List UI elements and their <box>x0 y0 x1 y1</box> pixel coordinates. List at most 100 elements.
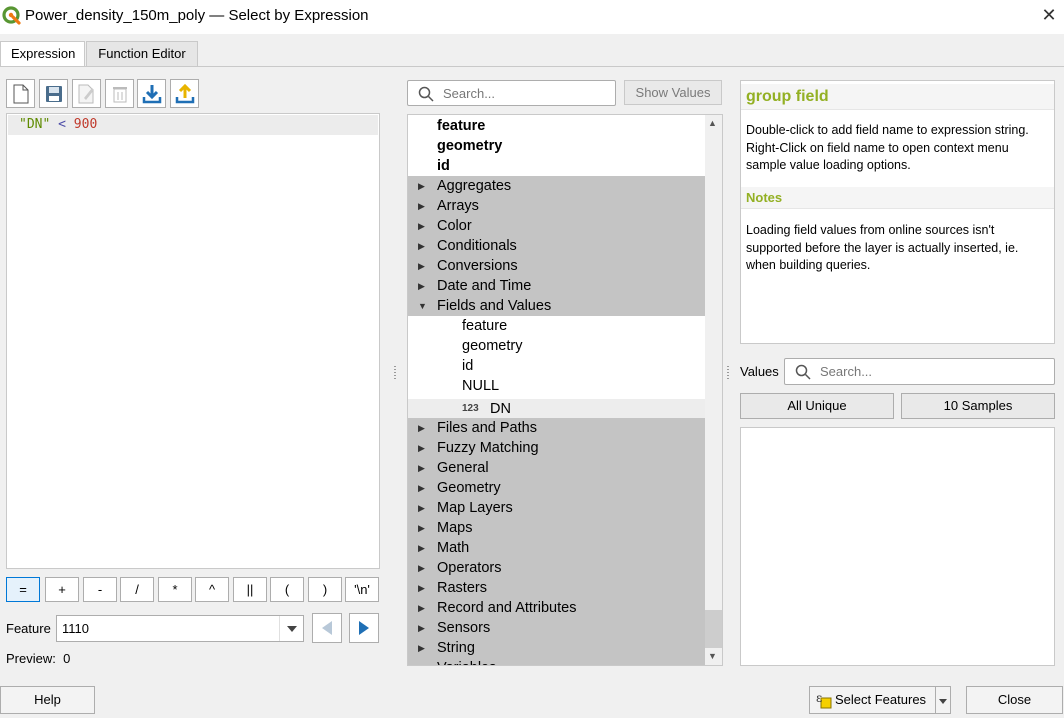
tree-group[interactable]: ▶ String <box>408 638 706 658</box>
tree-group[interactable]: ▶ Date and Time <box>408 276 706 296</box>
operator-concat-button[interactable]: || <box>233 577 267 602</box>
new-file-icon[interactable] <box>6 79 35 108</box>
tree-expand-icon[interactable]: ▶ <box>418 538 428 558</box>
tree-group[interactable]: ▶ Geometry <box>408 478 706 498</box>
tree-expand-icon[interactable]: ▶ <box>418 176 428 196</box>
values-list[interactable] <box>740 427 1055 666</box>
tree-group[interactable]: ▶ Record and Attributes <box>408 598 706 618</box>
save-icon[interactable] <box>39 79 68 108</box>
operator-plus-button[interactable]: + <box>45 577 79 602</box>
close-button[interactable]: Close <box>966 686 1063 714</box>
tree-group[interactable]: ▶ Color <box>408 216 706 236</box>
tree-group[interactable]: ▶ Conditionals <box>408 236 706 256</box>
tree-item-label: Geometry <box>437 480 501 496</box>
tree-expand-icon[interactable]: ▶ <box>418 256 428 276</box>
tree-expand-icon[interactable]: ▶ <box>418 498 428 518</box>
tree-scrollbar[interactable]: ▲ ▼ <box>705 115 722 665</box>
tree-expand-icon[interactable]: ▶ <box>418 418 428 438</box>
tab-function-editor[interactable]: Function Editor <box>86 41 198 66</box>
tree-expand-icon[interactable]: ▶ <box>418 236 428 256</box>
next-feature-button[interactable] <box>349 613 379 643</box>
operator-power-button[interactable]: ^ <box>195 577 229 602</box>
tree-group[interactable]: ▼ Fields and Values <box>408 296 706 316</box>
search-icon <box>418 86 434 102</box>
tree-item[interactable]: geometry <box>408 136 706 156</box>
tree-expand-icon[interactable]: ▶ <box>418 618 428 638</box>
expression-editor[interactable]: "DN" < 900 <box>6 113 380 569</box>
tree-group[interactable]: ▶ Map Layers <box>408 498 706 518</box>
tree-group[interactable]: ▶ Fuzzy Matching <box>408 438 706 458</box>
export-icon[interactable] <box>170 79 199 108</box>
function-tree[interactable]: feature geometry id ▶ Aggregates ▶ Arrays ▶ Colo… <box>407 114 723 666</box>
select-features-dropdown[interactable] <box>935 686 951 714</box>
chevron-down-icon[interactable] <box>279 616 303 641</box>
values-search-input[interactable]: Search... <box>784 358 1055 385</box>
tree-group[interactable]: ▶ Arrays <box>408 196 706 216</box>
title-bar: Power_density_150m_poly — Select by Expr… <box>0 0 1064 34</box>
tree-expand-icon[interactable]: ▶ <box>418 638 428 658</box>
feature-combobox[interactable]: 1110 <box>56 615 304 642</box>
tree-group[interactable]: ▶ Math <box>408 538 706 558</box>
tab-expression[interactable]: Expression <box>0 41 85 67</box>
tree-item[interactable]: feature <box>408 316 706 336</box>
help-description-line-1: Double-click to add field name to expres… <box>746 123 1029 137</box>
operator-equals-button[interactable]: = <box>6 577 40 602</box>
operator-minus-button[interactable]: - <box>83 577 117 602</box>
import-icon[interactable] <box>137 79 166 108</box>
tree-item-label: geometry <box>462 338 523 354</box>
tree-item-label: Maps <box>437 520 473 536</box>
tree-group[interactable]: ▶ Variables <box>408 658 706 665</box>
scroll-up-icon[interactable]: ▲ <box>708 118 717 128</box>
operator-divide-button[interactable]: / <box>120 577 154 602</box>
tree-item[interactable]: NULL <box>408 376 706 396</box>
tree-expand-icon[interactable]: ▶ <box>418 558 428 578</box>
tree-item-label: String <box>437 640 475 656</box>
help-button[interactable]: Help <box>0 686 95 714</box>
scroll-down-icon[interactable]: ▼ <box>708 651 717 661</box>
tree-expand-icon[interactable]: ▶ <box>418 578 428 598</box>
close-icon[interactable]: ✕ <box>1038 4 1060 26</box>
tree-group[interactable]: ▶ Sensors <box>408 618 706 638</box>
tree-expand-icon[interactable]: ▶ <box>418 658 428 665</box>
tree-item[interactable]: id <box>408 356 706 376</box>
tree-item-label: Map Layers <box>437 500 513 516</box>
tree-group[interactable]: ▶ General <box>408 458 706 478</box>
tree-expand-icon[interactable]: ▶ <box>418 216 428 236</box>
tree-group[interactable]: ▶ Conversions <box>408 256 706 276</box>
tree-group[interactable]: ▶ Files and Paths <box>408 418 706 438</box>
tree-item-label: Math <box>437 540 470 556</box>
previous-feature-button[interactable] <box>312 613 342 643</box>
delete-icon[interactable] <box>105 79 134 108</box>
scrollbar-thumb[interactable] <box>705 610 722 648</box>
tree-expand-icon[interactable]: ▶ <box>418 438 428 458</box>
show-values-button[interactable]: Show Values <box>624 80 722 105</box>
edit-icon[interactable] <box>72 79 101 108</box>
tree-group[interactable]: ▶ Aggregates <box>408 176 706 196</box>
triangle-right-icon <box>359 621 369 635</box>
all-unique-button[interactable]: All Unique <box>740 393 894 419</box>
tree-item[interactable]: id <box>408 156 706 176</box>
tree-group[interactable]: ▶ Maps <box>408 518 706 538</box>
tree-expand-icon[interactable]: ▶ <box>418 276 428 296</box>
operator-newline-button[interactable]: '\n' <box>345 577 379 602</box>
tree-item-label: Record and Attributes <box>437 600 577 616</box>
operator-close-paren-button[interactable]: ) <box>308 577 342 602</box>
tree-expand-icon[interactable]: ▶ <box>418 196 428 216</box>
tree-item[interactable]: geometry <box>408 336 706 356</box>
select-features-button[interactable]: ε Select Features <box>809 686 936 714</box>
tree-group[interactable]: ▶ Rasters <box>408 578 706 598</box>
tree-group[interactable]: ▶ Operators <box>408 558 706 578</box>
tree-expand-icon[interactable]: ▶ <box>418 478 428 498</box>
function-search-input[interactable]: Search... <box>407 80 616 106</box>
splitter-handle-left[interactable] <box>394 366 396 380</box>
ten-samples-button[interactable]: 10 Samples <box>901 393 1055 419</box>
splitter-handle-right[interactable] <box>727 366 729 380</box>
tree-item-label: Fields and Values <box>437 298 552 314</box>
tree-expand-icon[interactable]: ▶ <box>418 458 428 478</box>
operator-multiply-button[interactable]: * <box>158 577 192 602</box>
tree-item[interactable]: feature <box>408 116 706 136</box>
tree-collapse-icon[interactable]: ▼ <box>418 296 428 316</box>
tree-expand-icon[interactable]: ▶ <box>418 598 428 618</box>
tree-expand-icon[interactable]: ▶ <box>418 518 428 538</box>
operator-open-paren-button[interactable]: ( <box>270 577 304 602</box>
